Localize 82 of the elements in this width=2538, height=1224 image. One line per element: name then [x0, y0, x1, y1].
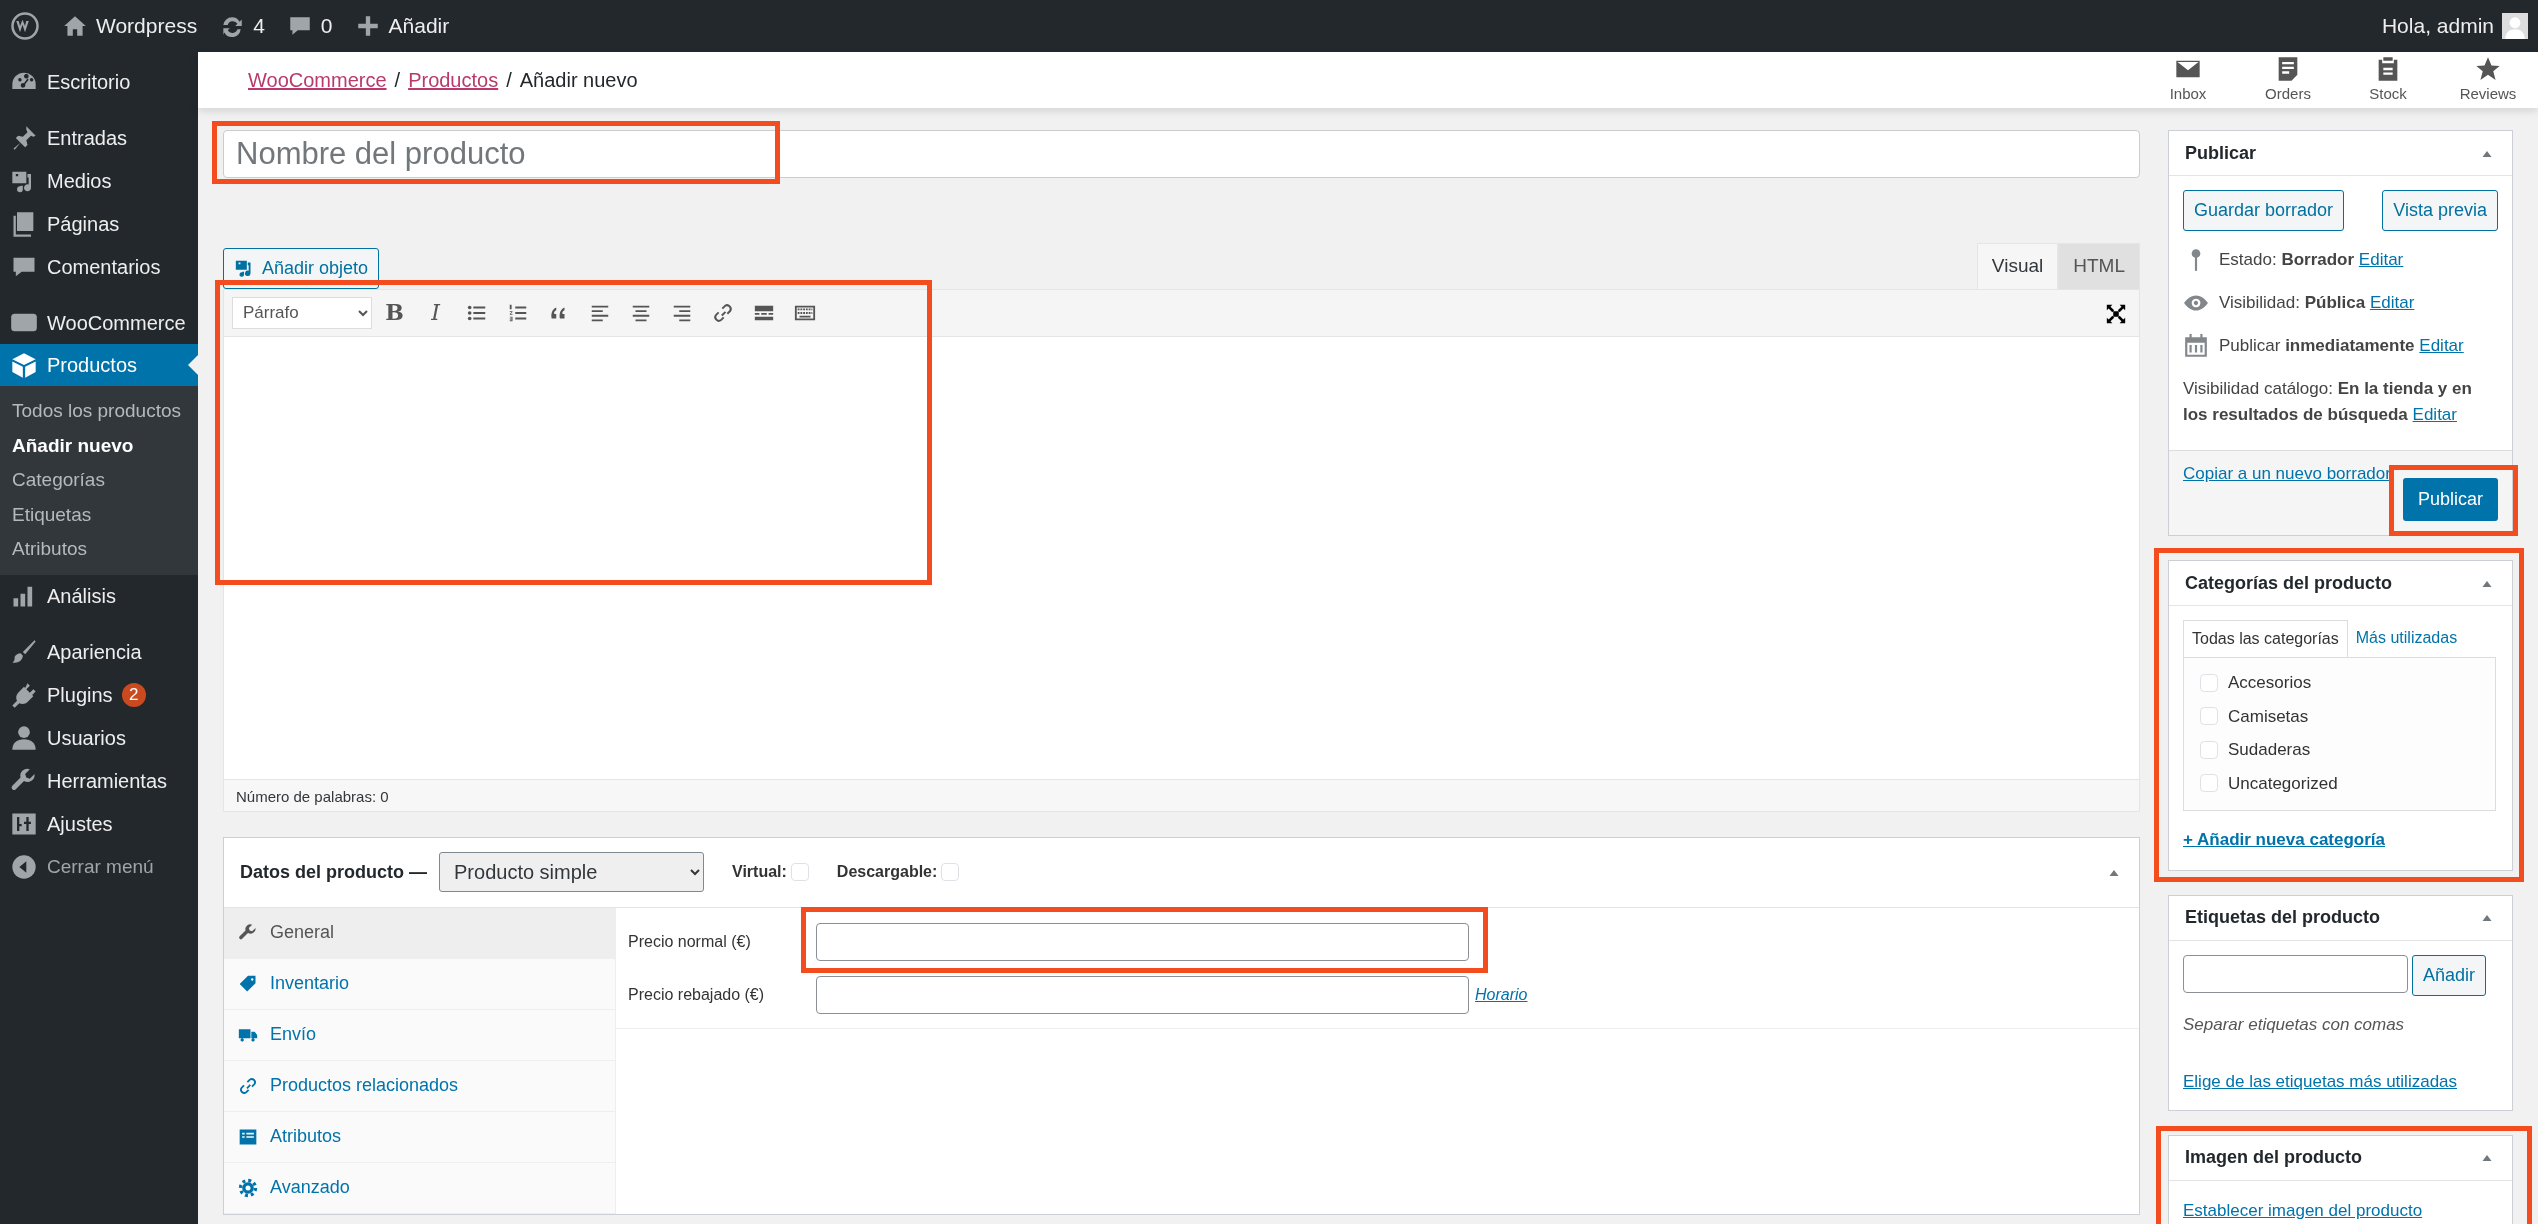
edit-link[interactable]: Editar: [2412, 404, 2457, 424]
category-tab[interactable]: Más utilizadas: [2347, 620, 2466, 657]
panel-tab[interactable]: Atributos: [224, 1111, 615, 1163]
submenu-item[interactable]: Añadir nuevo: [0, 428, 198, 463]
panel-tab[interactable]: Avanzado: [224, 1162, 615, 1214]
box-title: Etiquetas del producto: [2185, 906, 2380, 929]
category-label: Uncategorized: [2228, 772, 2338, 795]
panel-title: Datos del producto —: [240, 860, 427, 884]
editor-tab[interactable]: Visual: [1976, 243, 2059, 289]
option-label: Descargable:: [836, 862, 938, 882]
submenu-item[interactable]: Todos los productos: [0, 394, 198, 429]
status-line: Visibilidad catálogo: En la tienda y en los resultados de búsqueda Editar: [2183, 378, 2473, 426]
activity-button[interactable]: Stock: [2338, 52, 2438, 108]
submenu-item[interactable]: Categorías: [0, 463, 198, 498]
breadcrumb-link[interactable]: Productos: [408, 69, 499, 91]
menu-item[interactable]: Usuarios: [0, 716, 198, 760]
menu-item[interactable]: Comentarios: [0, 245, 198, 288]
breadcrumb-separator: /: [506, 69, 512, 91]
menu-item[interactable]: Productos: [0, 344, 198, 386]
status-line: Estado: Borrador Editar: [2219, 249, 2404, 272]
preview-button[interactable]: Vista previa: [2382, 190, 2498, 231]
menu-item[interactable]: Entradas: [0, 116, 198, 159]
category-label: Accesorios: [2228, 672, 2312, 694]
publish-button[interactable]: Publicar: [2402, 478, 2498, 521]
word-count: Número de palabras: 0: [223, 779, 2140, 812]
breadcrumb-separator: /: [394, 69, 401, 91]
panel-tab[interactable]: Envío: [224, 1009, 615, 1061]
set-image-link[interactable]: Establecer imagen del producto: [2183, 1200, 2423, 1220]
menu-item[interactable]: Apariencia: [0, 630, 198, 674]
comments-link[interactable]: 0: [286, 10, 333, 42]
activity-button[interactable]: Reviews: [2438, 52, 2538, 108]
updates-link[interactable]: 4: [219, 10, 265, 42]
account-link[interactable]: Hola, admin: [2381, 10, 2528, 42]
category-label: Camisetas: [2228, 705, 2309, 728]
submenu-item[interactable]: Atributos: [0, 532, 198, 567]
new-link[interactable]: Añadir: [354, 10, 450, 42]
menu-item[interactable]: Ajustes: [0, 802, 198, 846]
schedule-link[interactable]: Horario: [1475, 983, 1528, 1007]
menu-item[interactable]: WooCommerce: [0, 301, 198, 344]
bold-button[interactable]: B: [376, 295, 413, 330]
italic-button[interactable]: I: [417, 295, 454, 330]
box-title: Categorías del producto: [2185, 571, 2393, 595]
product-type-select[interactable]: Producto simple: [439, 852, 704, 892]
edit-link[interactable]: Editar: [2369, 293, 2415, 313]
title-field[interactable]: Nombre del producto: [223, 130, 2140, 178]
panel-tab[interactable]: General: [224, 907, 615, 959]
hint-text: Separar etiquetas con comas: [2183, 1013, 2406, 1036]
menu-item[interactable]: Herramientas: [0, 759, 198, 803]
save-draft-button[interactable]: Guardar borrador: [2183, 190, 2345, 231]
field-label: Precio normal (€): [628, 932, 752, 952]
add-tag-button[interactable]: Añadir: [2412, 954, 2487, 996]
popular-tags-link[interactable]: Elige de las etiquetas más utilizadas: [2183, 1069, 2458, 1095]
site-link[interactable]: Wordpress: [62, 10, 198, 42]
editor-tab[interactable]: HTML: [2058, 243, 2140, 289]
activity-button[interactable]: Inbox: [2138, 52, 2238, 108]
copy-draft-link[interactable]: Copiar a un nuevo borrador: [2183, 461, 2391, 487]
menu-item[interactable]: Medios: [0, 159, 198, 202]
menu-item[interactable]: Páginas: [0, 202, 198, 245]
count-badge: 2: [121, 683, 146, 707]
category-label: Sudaderas: [2228, 739, 2311, 761]
edit-link[interactable]: Editar: [2358, 250, 2404, 270]
menu-item[interactable]: Análisis: [0, 574, 198, 618]
submenu-item[interactable]: Etiquetas: [0, 497, 198, 532]
status-line: Publicar inmediatamente Editar: [2219, 335, 2464, 358]
box-title: Imagen del producto: [2185, 1146, 2362, 1169]
menu-item[interactable]: Cerrar menú: [0, 845, 198, 889]
option-label: Virtual:: [732, 862, 787, 882]
box-title: Publicar: [2185, 141, 2257, 165]
breadcrumb-current: Añadir nuevo: [519, 69, 638, 91]
category-tab[interactable]: Todas las categorías: [2183, 620, 2348, 657]
menu-item[interactable]: Plugins 2: [0, 673, 198, 717]
menu-item[interactable]: Escritorio: [0, 60, 198, 103]
status-line: Visibilidad: Pública Editar: [2219, 292, 2415, 315]
add-media-button[interactable]: Añadir objeto: [223, 247, 380, 289]
add-category-link[interactable]: + Añadir nueva categoría: [2183, 827, 2386, 853]
field-label: Precio rebajado (€): [628, 985, 766, 1005]
edit-link[interactable]: Editar: [2419, 336, 2464, 356]
breadcrumb-link[interactable]: WooCommerce: [248, 69, 387, 91]
panel-tab[interactable]: Productos relacionados: [224, 1060, 615, 1112]
format-select[interactable]: Párrafo: [232, 296, 372, 329]
activity-button[interactable]: Orders: [2238, 52, 2338, 108]
panel-tab[interactable]: Inventario: [224, 958, 615, 1010]
